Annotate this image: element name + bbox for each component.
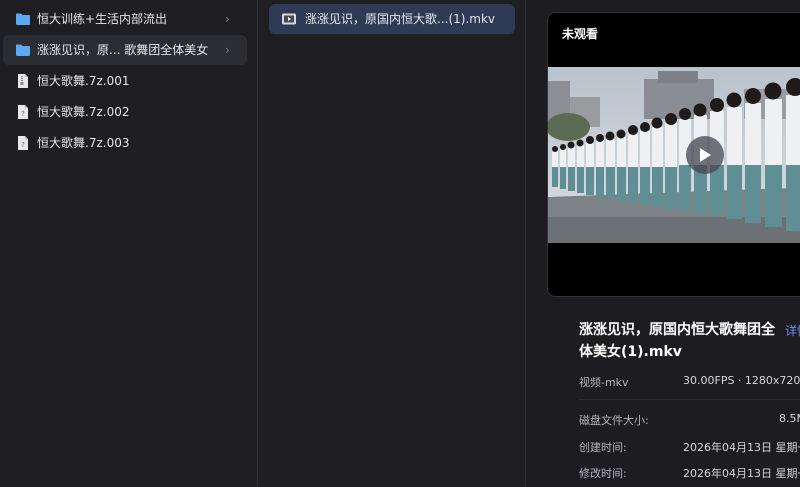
archive-file-icon bbox=[18, 74, 28, 88]
disk-size-value: 8.5M bbox=[779, 412, 800, 425]
file-label: 涨涨见识，原国内恒大歌...(1).mkv bbox=[305, 12, 495, 26]
preview-pane: 未观看 涨涨见识，原国内恒大歌舞团全体美女(1).mkv 详 视频-mkv 30… bbox=[527, 0, 800, 487]
chevron-right-icon: › bbox=[225, 12, 230, 26]
file-item[interactable]: 恒大歌舞.7z.001 bbox=[3, 66, 247, 96]
unwatched-badge: 未观看 bbox=[562, 27, 599, 41]
file-title: 涨涨见识，原国内恒大歌舞团全体美女(1).mkv bbox=[579, 322, 775, 360]
video-preview[interactable]: 未观看 bbox=[547, 12, 800, 297]
folder-item-selected[interactable]: 涨涨见识，原... 歌舞团全体美女 › bbox=[3, 35, 247, 65]
details-link[interactable]: 详情 bbox=[785, 322, 800, 339]
created-value: 2026年04月13日 星期一 bbox=[683, 441, 800, 454]
chevron-right-icon: › bbox=[225, 43, 230, 57]
video-thumbnail bbox=[548, 67, 800, 243]
modified-value: 2026年04月13日 星期一 bbox=[683, 467, 800, 480]
file-label: 恒大歌舞.7z.003 bbox=[37, 136, 130, 150]
file-item[interactable]: ? 恒大歌舞.7z.003 bbox=[3, 128, 247, 158]
play-icon bbox=[700, 148, 711, 162]
divider bbox=[579, 399, 800, 400]
svg-text:?: ? bbox=[21, 110, 25, 118]
file-label: 恒大歌舞.7z.001 bbox=[37, 74, 130, 88]
media-info: 30.00FPS · 1280x720 · 8 bbox=[683, 374, 800, 387]
modified-label: 修改时间: bbox=[579, 467, 627, 480]
folder-label: 恒大训练+生活内部流出 bbox=[37, 12, 168, 26]
unknown-file-icon: ? bbox=[18, 136, 28, 150]
created-label: 创建时间: bbox=[579, 441, 627, 454]
video-file-item[interactable]: 涨涨见识，原国内恒大歌...(1).mkv bbox=[269, 4, 515, 34]
folder-icon bbox=[16, 13, 30, 25]
file-label: 恒大歌舞.7z.002 bbox=[37, 105, 130, 119]
folder-icon bbox=[16, 44, 30, 56]
folder-label: 涨涨见识，原... 歌舞团全体美女 bbox=[37, 43, 209, 57]
file-item[interactable]: ? 恒大歌舞.7z.002 bbox=[3, 97, 247, 127]
folder-item[interactable]: 恒大训练+生活内部流出 › bbox=[3, 4, 247, 34]
play-button[interactable] bbox=[686, 136, 724, 174]
unknown-file-icon: ? bbox=[18, 105, 28, 119]
disk-size-label: 磁盘文件大小: bbox=[579, 414, 649, 427]
video-file-icon bbox=[282, 13, 296, 25]
file-browser: 恒大训练+生活内部流出 › 涨涨见识，原... 歌舞团全体美女 › 恒大歌舞.7… bbox=[0, 0, 800, 487]
folder-list-pane: 恒大训练+生活内部流出 › 涨涨见识，原... 歌舞团全体美女 › 恒大歌舞.7… bbox=[0, 0, 258, 487]
file-list-pane: 涨涨见识，原国内恒大歌...(1).mkv bbox=[259, 0, 526, 487]
svg-text:?: ? bbox=[21, 141, 25, 149]
media-type: 视频-mkv bbox=[579, 376, 629, 389]
